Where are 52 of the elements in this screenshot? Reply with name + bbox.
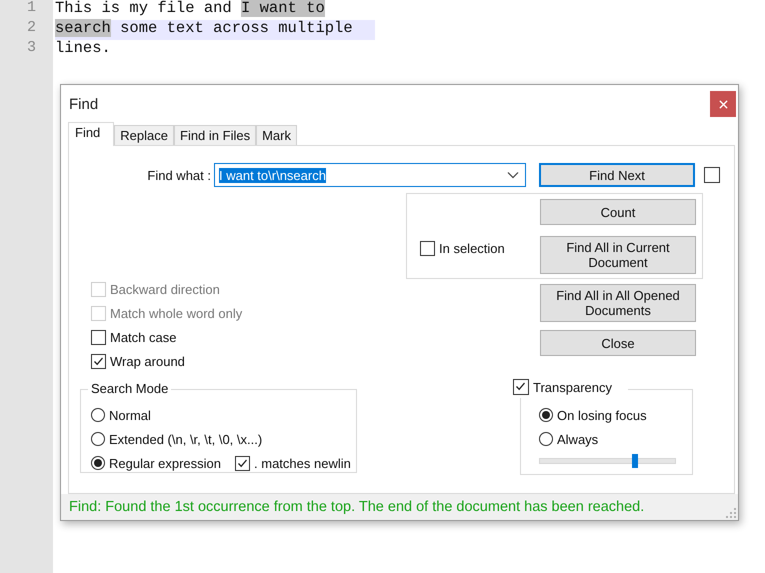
checkbox-label: Match whole word only <box>110 306 242 320</box>
radio-button[interactable] <box>91 456 105 470</box>
group-title: Search Mode <box>88 381 172 396</box>
close-icon <box>718 100 728 108</box>
caret-icon <box>507 171 519 179</box>
radio-label: Extended (\n, \r, \t, \0, \x...) <box>109 432 262 446</box>
checkbox-label: Transparency <box>533 380 612 394</box>
tab[interactable]: Mark <box>256 125 297 145</box>
selected-text: I want to <box>241 0 325 17</box>
line-number: 1 <box>26 0 36 18</box>
checkbox-label: Backward direction <box>110 282 220 296</box>
checkbox[interactable] <box>513 379 529 395</box>
status-message: Find: Found the 1st occurrence from the top. The end of the document has been reached. <box>69 499 644 515</box>
radio-label: Normal <box>109 408 151 422</box>
button[interactable]: Find All in All Opened Documents <box>540 284 696 322</box>
checkbox[interactable] <box>235 456 250 470</box>
radio-label: Regular expression <box>109 456 222 470</box>
checkbox[interactable] <box>91 354 106 368</box>
line-number: 3 <box>26 40 36 58</box>
radio-label: Always <box>557 432 598 446</box>
checkbox-label: In selection <box>439 240 505 256</box>
radio-button[interactable] <box>539 408 553 422</box>
radio-button[interactable] <box>539 432 553 446</box>
button[interactable]: Close <box>540 330 696 356</box>
radio-button[interactable] <box>91 432 105 446</box>
code-text: lines. <box>55 39 111 57</box>
button[interactable]: Find Next <box>539 163 695 187</box>
radio-label: On losing focus <box>557 408 647 422</box>
checkmark-icon <box>514 380 527 393</box>
line-number: 2 <box>26 20 36 38</box>
checkbox-label: Match case <box>110 330 176 344</box>
find-what-combobox[interactable]: I want to\r\nsearch <box>214 163 526 187</box>
checkbox-label: . matches newlin <box>254 456 352 470</box>
transparency-slider[interactable] <box>539 454 676 468</box>
resize-grip-icon <box>726 508 736 518</box>
selected-text: search <box>55 19 111 37</box>
tab[interactable]: Find in Files <box>174 125 256 145</box>
field-label: Find what : <box>146 168 211 182</box>
slider-thumb[interactable] <box>632 454 638 468</box>
checkbox[interactable] <box>420 240 435 256</box>
button[interactable]: Count <box>540 199 696 225</box>
code-text: some text across multiple <box>119 19 353 37</box>
tab[interactable]: Replace <box>114 125 174 145</box>
code-text: This is my file and <box>55 0 233 17</box>
checkbox[interactable] <box>91 330 106 344</box>
tab[interactable]: Find <box>68 122 114 146</box>
window-title: Find <box>69 96 98 112</box>
checkbox-label: Wrap around <box>110 354 185 368</box>
checkbox[interactable] <box>704 167 720 183</box>
button[interactable]: Find All in Current Document <box>540 236 696 274</box>
radio-button[interactable] <box>91 408 105 422</box>
close-button[interactable] <box>710 91 736 117</box>
